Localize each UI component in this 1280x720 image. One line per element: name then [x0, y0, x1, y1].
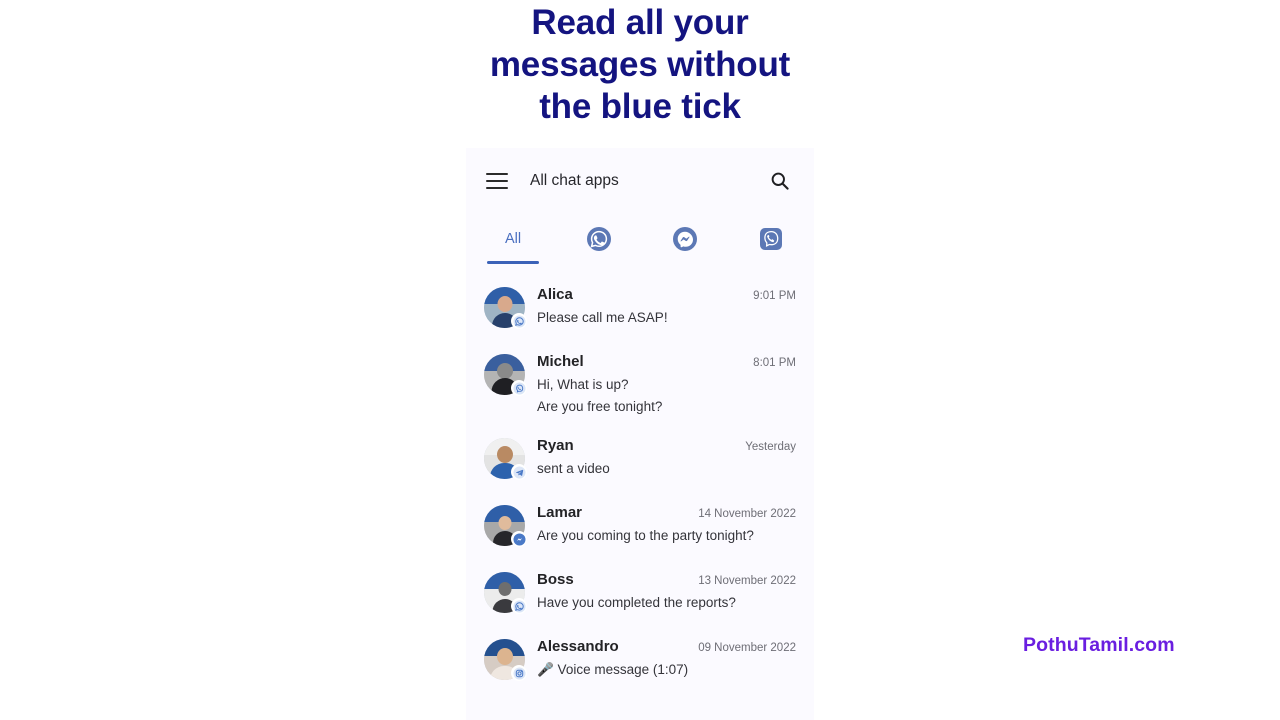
chat-preview: Please call me ASAP! — [537, 310, 668, 325]
chat-name: Alessandro — [537, 638, 619, 655]
whatsapp-icon — [586, 226, 612, 252]
chat-name: Ryan — [537, 437, 574, 454]
chat-preview-line-2: Are you free tonight? — [537, 399, 663, 414]
chat-timestamp: 09 November 2022 — [698, 642, 796, 654]
tab-all[interactable]: All — [470, 214, 556, 272]
chat-app-tabs: All — [466, 214, 814, 272]
site-watermark: PothuTamil.com — [1023, 634, 1175, 656]
chat-timestamp: Yesterday — [745, 441, 796, 453]
telegram-icon — [511, 464, 527, 480]
tab-viber[interactable] — [728, 214, 814, 272]
chat-preview: Have you completed the reports? — [537, 595, 736, 610]
chat-name: Michel — [537, 353, 584, 370]
viber-icon — [511, 380, 527, 396]
instagram-icon — [511, 665, 527, 681]
whatsapp-icon — [511, 313, 527, 329]
chat-name: Lamar — [537, 504, 583, 521]
whatsapp-icon — [511, 598, 527, 614]
avatar — [484, 287, 527, 329]
chat-list-item-michel[interactable]: Michel 8:01 PM Hi, What is up? Are you f… — [466, 342, 814, 426]
chat-name: Alica — [537, 286, 573, 303]
tab-active-indicator — [487, 261, 539, 264]
chat-preview: 🎤 Voice message (1:07) — [537, 662, 689, 677]
chat-timestamp: 9:01 PM — [753, 290, 796, 302]
avatar — [484, 354, 527, 396]
messenger-icon — [511, 531, 527, 547]
chat-name: Boss — [537, 571, 574, 588]
viber-icon — [758, 226, 784, 252]
search-icon[interactable] — [768, 169, 792, 193]
avatar — [484, 572, 527, 614]
page-title: Read all your messages without the blue … — [440, 2, 840, 128]
page-title-line-2: messages without — [489, 45, 791, 84]
chat-list-item-ryan[interactable]: Ryan Yesterday sent a video — [466, 426, 814, 493]
page-title-line-3: the blue tick — [539, 87, 741, 126]
chat-preview: sent a video — [537, 461, 610, 476]
tab-all-label: All — [504, 231, 522, 247]
chat-timestamp: 14 November 2022 — [698, 508, 796, 520]
avatar — [484, 505, 527, 547]
messenger-icon — [672, 226, 698, 252]
chat-list: Alica 9:01 PM Please call me ASAP! Miche… — [466, 272, 814, 694]
avatar — [484, 639, 527, 681]
hamburger-menu-icon[interactable] — [486, 173, 508, 189]
app-bar-title: All chat apps — [530, 172, 619, 189]
chat-list-item-lamar[interactable]: Lamar 14 November 2022 Are you coming to… — [466, 493, 814, 560]
chat-preview: Are you coming to the party tonight? — [537, 528, 754, 543]
app-bar: All chat apps — [466, 148, 814, 214]
tab-whatsapp[interactable] — [556, 214, 642, 272]
chat-timestamp: 13 November 2022 — [698, 575, 796, 587]
tab-messenger[interactable] — [642, 214, 728, 272]
page-title-line-1: Read all your — [531, 3, 749, 42]
chat-timestamp: 8:01 PM — [753, 357, 796, 369]
chat-list-item-boss[interactable]: Boss 13 November 2022 Have you completed… — [466, 560, 814, 627]
chat-list-item-alessandro[interactable]: Alessandro 09 November 2022 🎤 Voice mess… — [466, 627, 814, 694]
phone-screen: All chat apps All Alica 9:01 PM Please c… — [466, 148, 814, 720]
avatar — [484, 438, 527, 480]
chat-preview-line-1: Hi, What is up? — [537, 377, 629, 392]
chat-list-item-alica[interactable]: Alica 9:01 PM Please call me ASAP! — [466, 275, 814, 342]
